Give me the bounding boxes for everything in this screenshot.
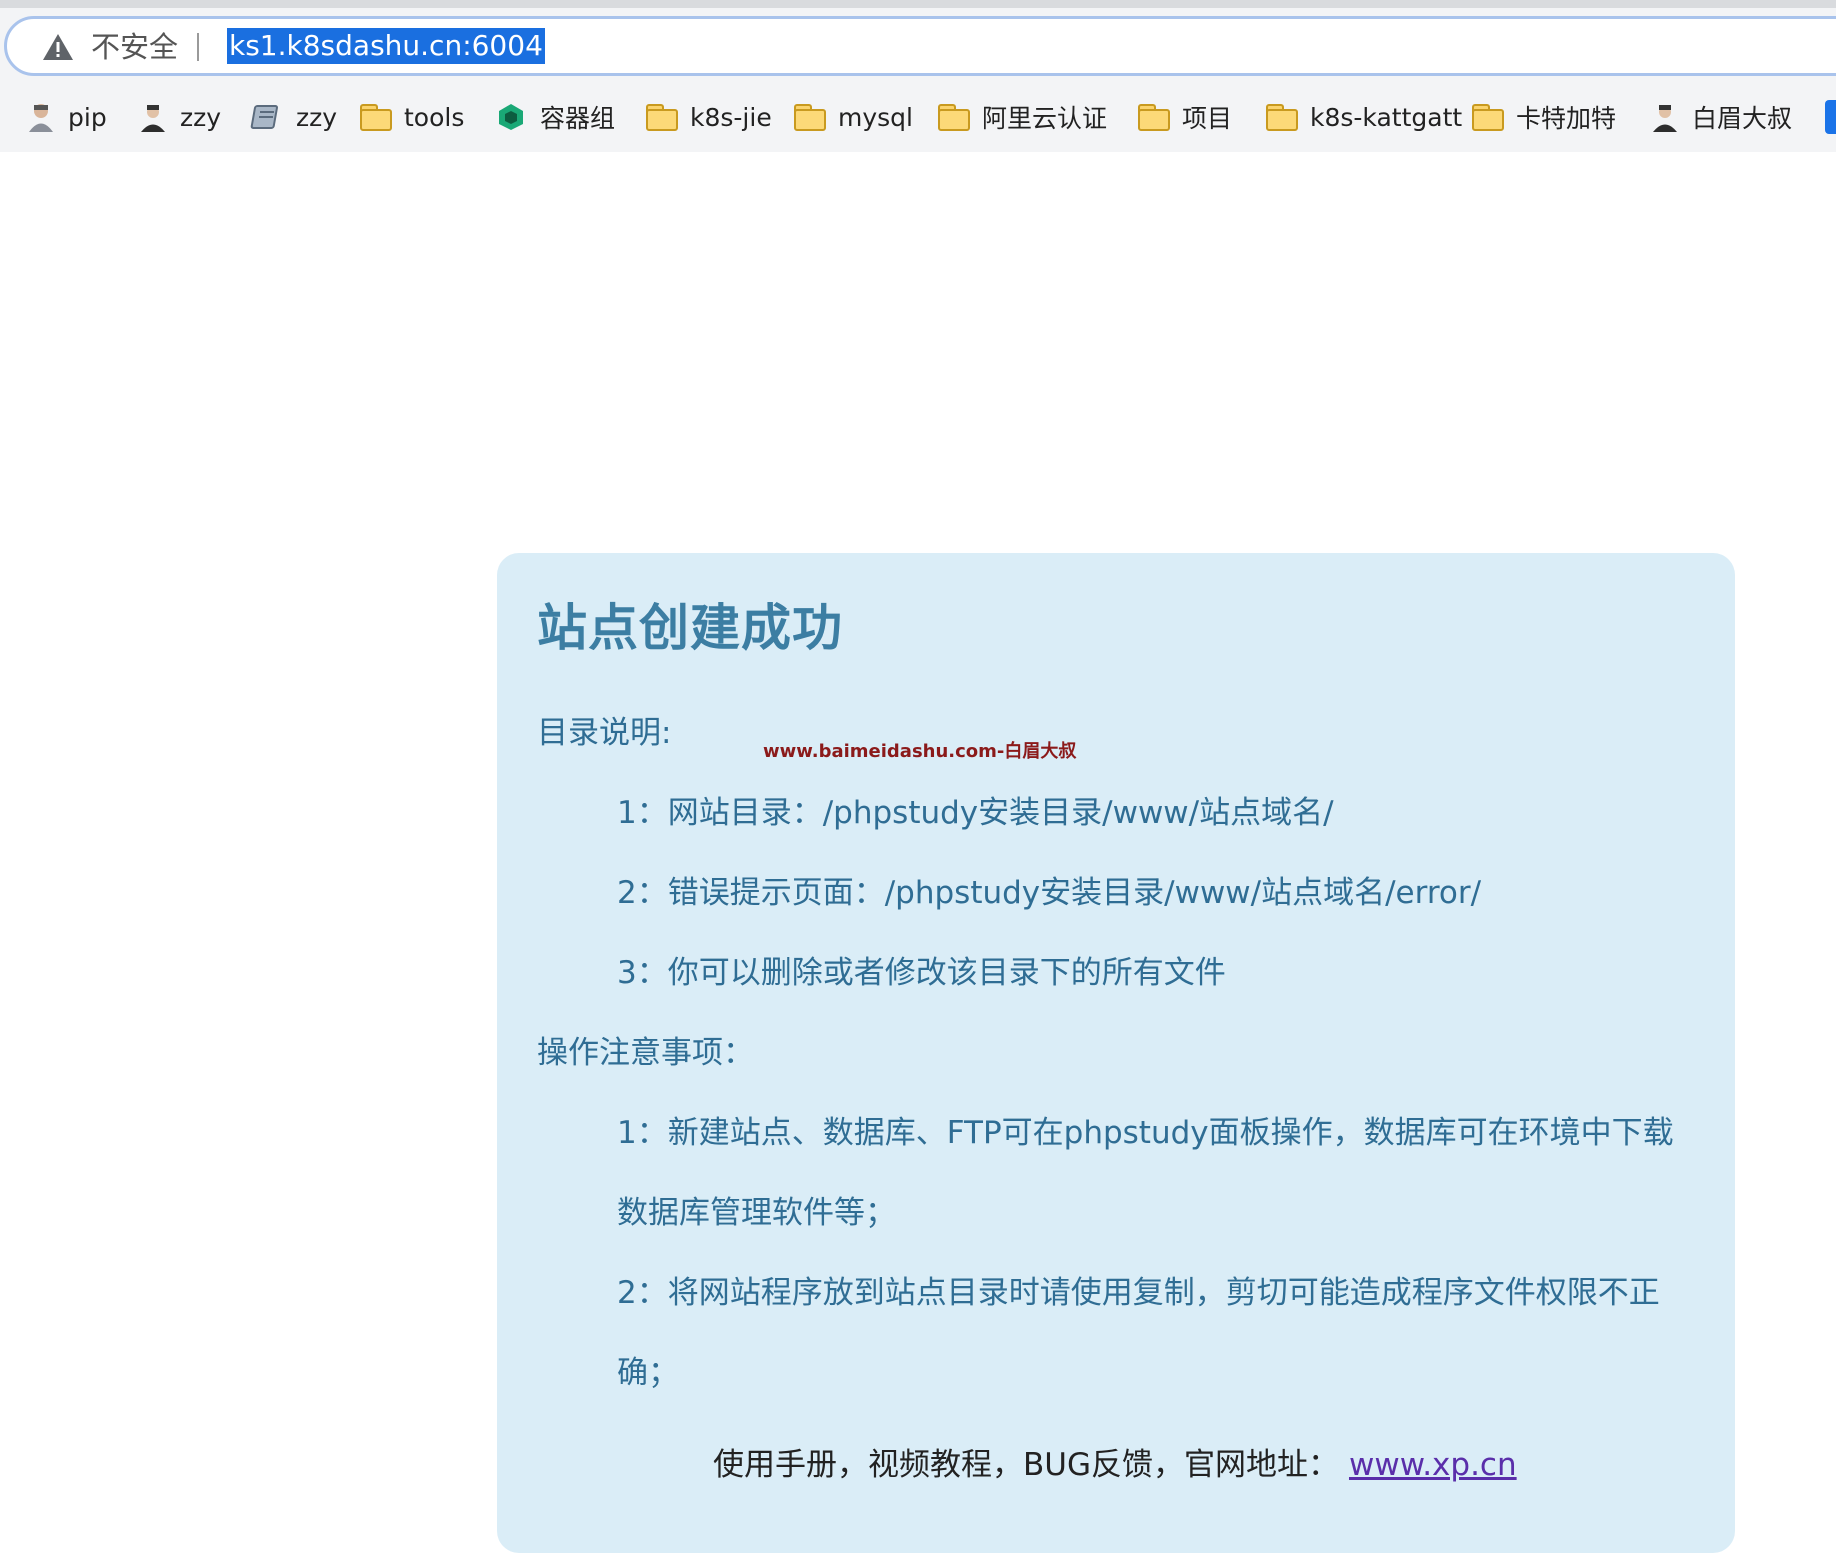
bookmark-label: 白眉大叔 xyxy=(1692,104,1793,133)
operations-item: 2：将网站程序放到站点目录时请使用复制，剪切可能造成程序文件权限不正 xyxy=(617,1275,1660,1311)
directory-heading: 目录说明: xyxy=(537,715,672,751)
bookmark-label: 卡特加特 xyxy=(1516,104,1617,133)
bookmark-label: 阿里云认证 xyxy=(982,104,1108,133)
bookmark-label: 容器组 xyxy=(540,104,616,133)
bookmark-kattegat[interactable]: 卡特加特 xyxy=(1472,92,1616,142)
footer-text: 使用手册，视频教程，BUG反馈，官网地址： xyxy=(713,1447,1339,1483)
operations-item: 1：新建站点、数据库、FTP可在phpstudy面板操作，数据库可在环境中下载 xyxy=(617,1115,1674,1151)
bookmarks-bar: pip zzy zzy tools 容器组 k8s-jie mysql 阿里云认… xyxy=(0,92,1836,142)
address-bar[interactable]: 不安全 ks1.k8sdashu.cn:6004 xyxy=(4,16,1836,76)
directory-item: 1：网站目录：/phpstudy安装目录/www/站点域名/ xyxy=(617,795,1334,831)
watermark-text: www.baimeidashu.com-白眉大叔 xyxy=(763,741,1077,762)
operations-item-continued: 确； xyxy=(617,1355,679,1391)
bookmark-tools[interactable]: tools xyxy=(360,92,464,142)
security-status-label[interactable]: 不安全 xyxy=(91,29,178,65)
avatar-icon xyxy=(29,104,53,132)
bookmark-k8s-jie[interactable]: k8s-jie xyxy=(646,92,772,142)
bookmark-project[interactable]: 项目 xyxy=(1138,92,1232,142)
bookmark-label: k8s-kattgatt xyxy=(1310,102,1463,132)
operations-heading: 操作注意事项： xyxy=(537,1035,754,1071)
success-card: 站点创建成功 目录说明: www.baimeidashu.com-白眉大叔 1：… xyxy=(497,553,1735,1553)
tab-strip-edge xyxy=(0,0,1836,8)
folder-icon xyxy=(1472,104,1504,131)
bookmark-label: zzy xyxy=(180,102,222,132)
folder-icon xyxy=(360,104,392,131)
warning-icon[interactable] xyxy=(41,32,75,62)
bookmark-k8s-kattgatt[interactable]: k8s-kattgatt xyxy=(1266,92,1462,142)
bookmark-label: zzy xyxy=(296,102,338,132)
operations-item-continued: 数据库管理软件等； xyxy=(617,1195,896,1231)
page-title: 站点创建成功 xyxy=(537,599,843,657)
notebook-icon xyxy=(250,105,278,129)
bookmark-label: 项目 xyxy=(1182,104,1233,133)
bookmark-label: k8s-jie xyxy=(690,102,772,132)
bookmark-aliyun-cert[interactable]: 阿里云认证 xyxy=(938,92,1107,142)
bookmark-label: mysql xyxy=(838,102,913,132)
avatar-icon xyxy=(1653,105,1677,132)
folder-icon xyxy=(938,104,970,131)
url-text[interactable]: ks1.k8sdashu.cn:6004 xyxy=(227,28,545,64)
avatar-icon xyxy=(141,105,165,132)
bookmark-baimeidashu[interactable]: 白眉大叔 xyxy=(1650,92,1792,142)
bookmark-pip[interactable]: pip xyxy=(26,92,107,142)
bookmark-zzy-1[interactable]: zzy xyxy=(138,92,221,142)
folder-icon xyxy=(646,104,678,131)
footer-line: 使用手册，视频教程，BUG反馈，官网地址： www.xp.cn xyxy=(713,1445,1517,1485)
cube-logo-icon xyxy=(499,104,523,130)
folder-icon xyxy=(1138,104,1170,131)
folder-icon xyxy=(1266,104,1298,131)
directory-item: 3：你可以删除或者修改该目录下的所有文件 xyxy=(617,955,1226,991)
address-separator xyxy=(197,33,199,61)
bookmark-overflow-icon[interactable] xyxy=(1825,100,1836,134)
bookmark-container-group[interactable]: 容器组 xyxy=(494,92,615,142)
official-site-link[interactable]: www.xp.cn xyxy=(1349,1447,1517,1483)
directory-item: 2：错误提示页面：/phpstudy安装目录/www/站点域名/error/ xyxy=(617,875,1482,911)
bookmark-zzy-2[interactable]: zzy xyxy=(250,92,337,142)
bookmark-label: pip xyxy=(68,102,107,132)
folder-icon xyxy=(794,104,826,131)
bookmark-label: tools xyxy=(404,102,465,132)
bookmark-mysql[interactable]: mysql xyxy=(794,92,913,142)
browser-chrome: 不安全 ks1.k8sdashu.cn:6004 pip zzy zzy too… xyxy=(0,0,1836,152)
